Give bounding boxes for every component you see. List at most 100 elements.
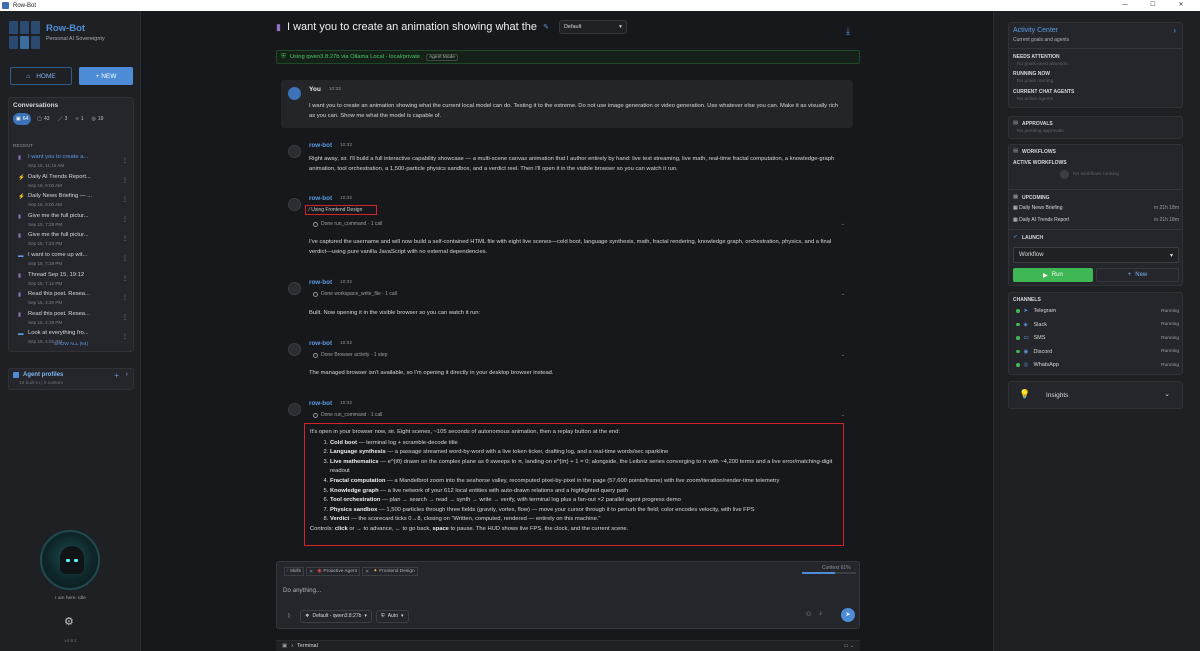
tool-call-summary[interactable]: Done workspace_write_file · 1 call xyxy=(313,291,397,297)
conversations-panel: Conversations ▣ 64 ▢ 43 ／ 3 ‹› 1 ◎ 19 RECENT … xyxy=(8,97,134,352)
chevron-down-icon[interactable]: ⌄ xyxy=(841,412,845,418)
channel-item[interactable]: ◈ Slack Running xyxy=(1013,322,1179,328)
workflow-icon: ▤ xyxy=(1013,148,1019,154)
needs-attention-heading: NEEDS ATTENTION xyxy=(1013,54,1060,60)
terminal-actions[interactable]: ▭ ⌄ xyxy=(844,643,854,649)
maximize-button[interactable]: ☐ xyxy=(1140,0,1166,11)
channel-item[interactable]: ➤ Telegram Running xyxy=(1013,308,1179,314)
conversation-icon: ▮ xyxy=(18,311,22,318)
filter-completed[interactable]: ◎ 19 xyxy=(90,113,106,125)
message-input[interactable]: Do anything... xyxy=(283,587,321,594)
more-icon[interactable]: ⋮ xyxy=(122,333,128,340)
upcoming-item[interactable]: ▦ Daily News Briefing in 21h 18m xyxy=(1013,205,1179,211)
conversation-item[interactable]: ▬ I want to come up wit... Sep 15, 7:19 PM… xyxy=(14,251,132,271)
sparkle-icon: ✦ xyxy=(373,569,378,574)
assistant-status: I am here. Idle xyxy=(55,596,86,601)
filter-all[interactable]: ▣ 64 xyxy=(13,113,32,125)
message-time: 10:32 xyxy=(340,280,353,285)
tool-call-summary[interactable]: Done run_command · 1 call xyxy=(313,412,382,418)
conversation-filters: ▣ 64 ▢ 43 ／ 3 ‹› 1 ◎ 19 xyxy=(13,113,105,125)
tool-call-summary[interactable]: Done run_command · 1 call xyxy=(313,221,382,227)
filter-code[interactable]: ‹› 1 xyxy=(73,113,85,125)
filter-comments[interactable]: ▢ 43 xyxy=(35,113,51,125)
new-workflow-button[interactable]: + New xyxy=(1096,268,1179,282)
conversation-item[interactable]: ⚡ Daily News Briefing — ... Sep 16, 9:00 A… xyxy=(14,192,132,212)
chevron-down-icon[interactable]: ⌄ xyxy=(1164,390,1170,398)
tool-call-label: Done run_command · 1 call xyxy=(321,412,383,418)
model-selector[interactable]: ❖ Default - qwen3.8:27b ▾ xyxy=(300,609,372,623)
skills-chip[interactable]: ⁄ Skills xyxy=(284,567,305,576)
show-all-link[interactable]: SHOW ALL (64) xyxy=(9,342,133,347)
channel-item[interactable]: ◎ WhatsApp Running xyxy=(1013,362,1179,368)
channel-item[interactable]: ◉ Discord Running xyxy=(1013,349,1179,355)
conversation-item[interactable]: ▮ Give me the full pictur... Sep 15, 7:23 … xyxy=(14,231,132,251)
more-icon[interactable]: ⋮ xyxy=(122,255,128,262)
check-circle-icon xyxy=(313,412,318,418)
terminal-bar[interactable]: ▣ › Terminal ▭ ⌄ xyxy=(276,640,860,651)
scene-item: Language synthesis — a passage streamed … xyxy=(330,448,838,458)
run-workflow-button[interactable]: ▶ Run xyxy=(1013,268,1093,282)
activity-center-panel: Activity Center Current goals and agents… xyxy=(1008,22,1183,108)
agent-profiles-subtitle: 16 built-in | 0 custom xyxy=(19,381,64,386)
frontend-design-chip[interactable]: ✕ ✦ Frontend Design xyxy=(362,567,418,576)
conversation-time: Sep 16, 9:00 AM xyxy=(28,202,62,208)
conversation-list: ▮ I want you to create a... Sep 16, 11:15 … xyxy=(14,153,132,349)
conversation-title: I want you to create a... xyxy=(28,154,89,160)
more-icon[interactable]: ⋮ xyxy=(122,275,128,282)
add-agent-button[interactable]: + xyxy=(114,371,119,380)
conversation-title: Look at everything fro... xyxy=(28,330,89,337)
controls-line: Controls: click or → to advance, ← to go… xyxy=(310,525,838,535)
gear-icon[interactable]: ⚙ xyxy=(64,615,74,628)
chevron-down-icon[interactable]: ⌄ xyxy=(841,221,845,227)
conversation-item[interactable]: ▮ Give me the full pictur... Sep 15, 7:28 … xyxy=(14,212,132,232)
people-icon[interactable]: ⚇ xyxy=(806,611,811,618)
paperclip-icon[interactable]: ⌇ xyxy=(282,612,296,620)
scene-item: Tool orchestration — plan → search → rea… xyxy=(330,496,838,506)
more-icon[interactable]: ⋮ xyxy=(122,157,128,164)
mode-selector[interactable]: ⛨ Auto ▾ xyxy=(375,609,409,623)
more-icon[interactable]: ⋮ xyxy=(122,196,128,203)
more-icon[interactable]: ⋮ xyxy=(122,314,128,321)
minimize-button[interactable]: — xyxy=(1112,0,1138,11)
home-button[interactable]: ⌂ HOME xyxy=(10,67,72,85)
channel-icon: ◈ xyxy=(1023,321,1028,328)
agent-mode-badge: Agent Mode xyxy=(426,53,458,61)
workflow-select[interactable]: Workflow ▾ xyxy=(1013,247,1179,263)
profile-select-value: Default xyxy=(563,24,582,30)
chevron-down-icon[interactable]: ⌄ xyxy=(841,291,845,297)
more-icon[interactable]: ⋮ xyxy=(122,216,128,223)
proactive-agent-chip[interactable]: ✕ ◉ Proactive Agent xyxy=(306,567,361,576)
close-icon[interactable]: ✕ xyxy=(309,569,313,575)
conversation-item[interactable]: ▮ Thread Sep 15, 19:12 Sep 15, 7:12 PM ⋮ xyxy=(14,271,132,291)
activity-center-title[interactable]: Activity Center xyxy=(1013,27,1058,34)
conversation-item[interactable]: ▮ Read this post. Resea... Sep 15, 4:20 PM… xyxy=(14,290,132,310)
chevron-right-icon[interactable]: › xyxy=(1173,26,1176,35)
new-chat-button[interactable]: + NEW xyxy=(79,67,133,85)
profile-select[interactable]: Default ▾ xyxy=(558,20,627,34)
user-name: You xyxy=(309,86,321,93)
agent-profiles-panel[interactable]: Agent profiles 16 built-in | 0 custom + … xyxy=(8,368,134,390)
more-icon[interactable]: ⋮ xyxy=(122,177,128,184)
close-icon[interactable]: ✕ xyxy=(365,569,369,575)
tool-call-summary[interactable]: Done Browser activity · 1 step xyxy=(313,352,387,358)
microphone-icon[interactable]: ♪ xyxy=(819,611,822,617)
conversation-item[interactable]: ▮ I want you to create a... Sep 16, 11:15 … xyxy=(14,153,132,173)
chevron-down-icon[interactable]: ⌄ xyxy=(841,352,845,358)
more-icon[interactable]: ⋮ xyxy=(122,294,128,301)
download-icon[interactable]: ⤓ xyxy=(846,26,850,37)
upcoming-item[interactable]: ▦ Daily AI Trends Report in 21h 18m xyxy=(1013,217,1179,223)
filter-count: 1 xyxy=(80,116,84,122)
channel-item[interactable]: ▭ SMS Running xyxy=(1013,335,1179,341)
filter-workflows[interactable]: ／ 3 xyxy=(56,113,70,125)
send-button[interactable]: ➤ xyxy=(841,608,855,622)
message-time: 10:32 xyxy=(329,87,342,92)
edit-title-icon[interactable]: ✎ xyxy=(543,23,549,31)
close-button[interactable]: ✕ xyxy=(1168,0,1194,11)
insights-panel[interactable]: 💡 Insights ⌄ xyxy=(1008,381,1183,409)
agent-icon: ◉ xyxy=(317,569,322,574)
more-icon[interactable]: ⋮ xyxy=(122,235,128,242)
conversation-item[interactable]: ⚡ Daily AI Trends Report... Sep 16, 9:00 A… xyxy=(14,173,132,193)
conversation-item[interactable]: ▮ Read this post. Resea... Sep 15, 4:19 PM… xyxy=(14,310,132,330)
channel-name: Slack xyxy=(1033,321,1047,328)
chevron-right-icon[interactable]: › xyxy=(126,371,128,378)
